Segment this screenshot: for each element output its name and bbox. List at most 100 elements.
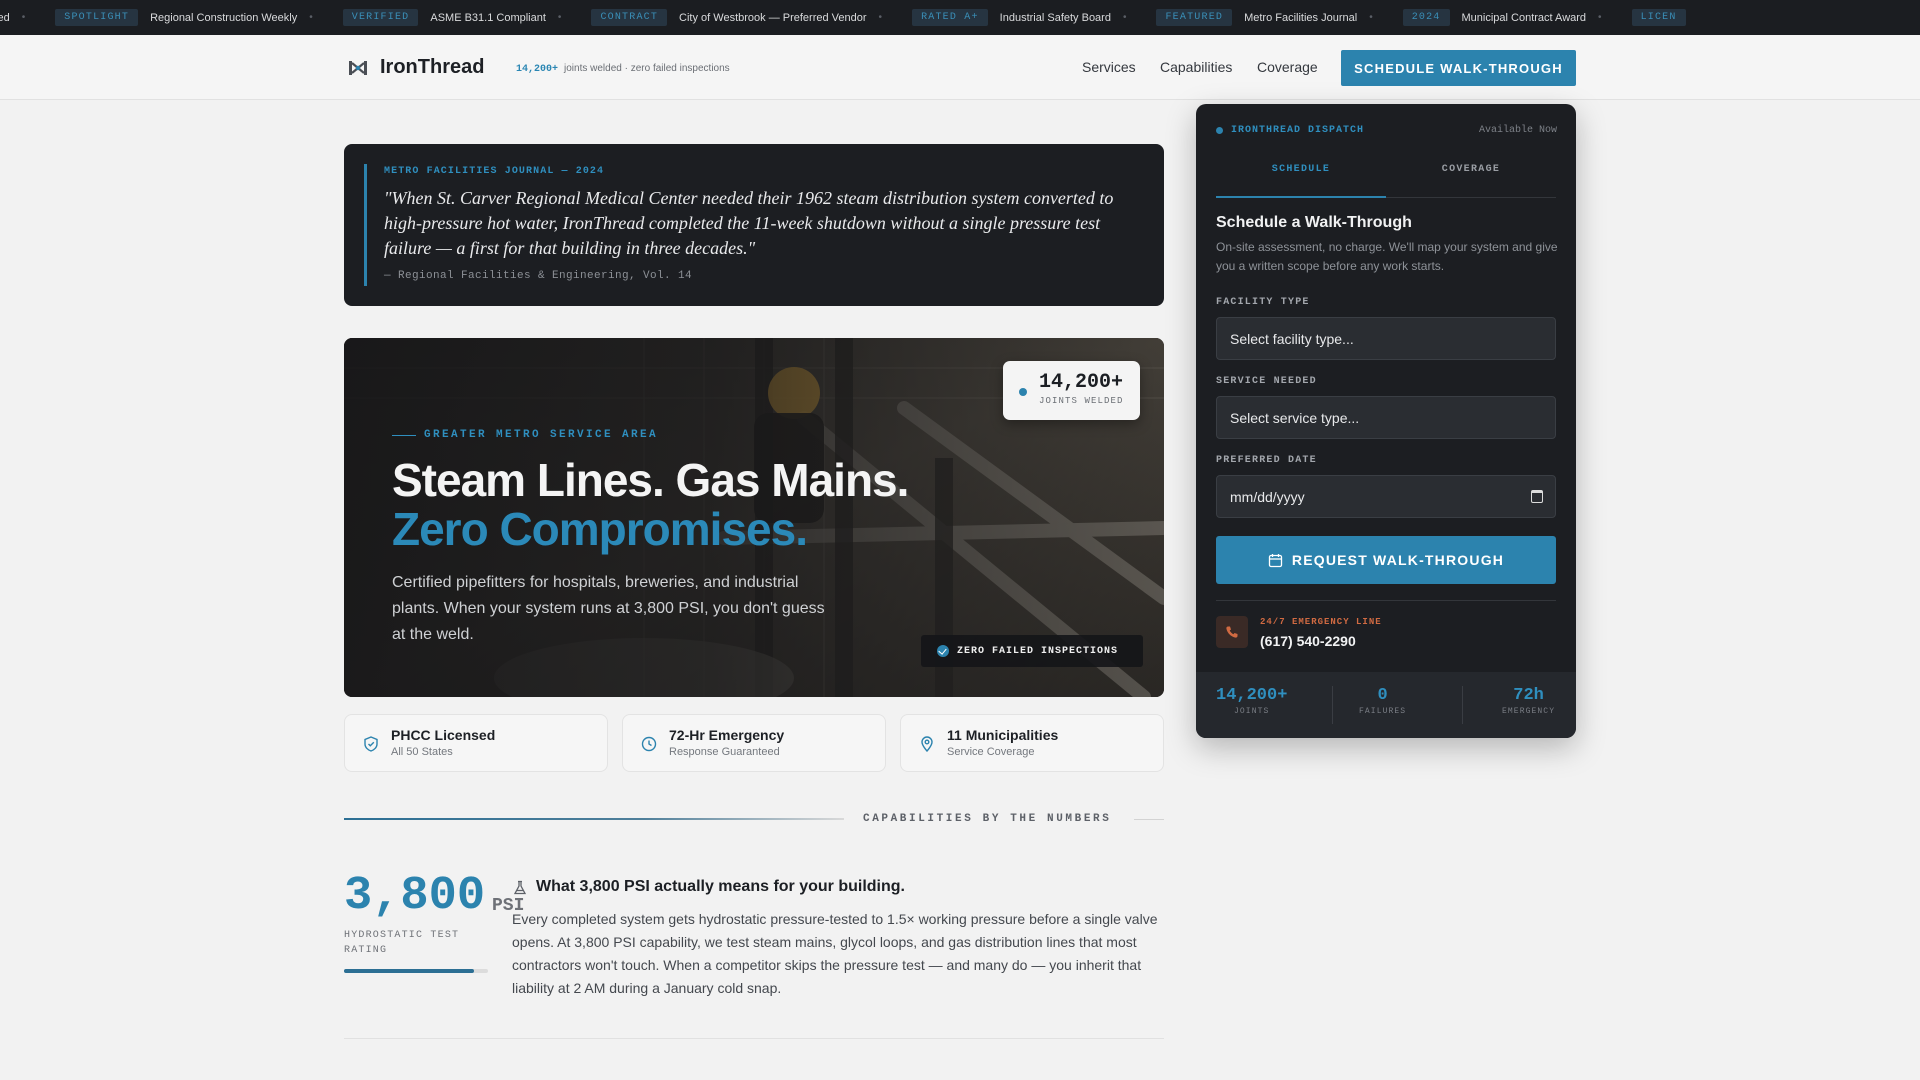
eyebrow-line: [392, 434, 416, 436]
ticker-tag: FEATURED: [1156, 9, 1233, 26]
ticker-separator: •: [1122, 12, 1127, 23]
feature-title: 11 Municipalities: [947, 727, 1059, 743]
psi-label: HYDROSTATIC TEST RATING: [344, 930, 460, 956]
ticker-text: Regional Construction Weekly: [150, 11, 298, 24]
ticker-track: ved • SPOTLIGHT Regional Construction We…: [0, 0, 1698, 35]
nav-link-capabilities[interactable]: Capabilities: [1160, 59, 1232, 75]
feature-card-emergency: 72-Hr Emergency Response Guaranteed: [622, 714, 886, 772]
request-walkthrough-button[interactable]: REQUEST WALK-THROUGH: [1216, 536, 1556, 584]
ticker-tag: RATED A+: [912, 9, 988, 26]
testimonial-quote-card: METRO FACILITIES JOURNAL — 2024 "When St…: [344, 144, 1164, 306]
dispatch-title: IRONTHREAD DISPATCH: [1231, 125, 1365, 136]
stat-label: EMERGENCY: [1502, 707, 1556, 716]
header-stat-value: 14,200+: [516, 64, 559, 75]
bottom-divider: [344, 1038, 1164, 1039]
stat-value: 14,200+: [1216, 686, 1288, 705]
ticker-text: ved: [0, 11, 10, 24]
facility-type-label: FACILITY TYPE: [1216, 297, 1310, 308]
ticker-item: ved •: [0, 12, 55, 24]
stat-value: 72h: [1513, 686, 1544, 705]
ticker-separator: •: [557, 12, 562, 23]
ticker-item: RATED A+ Industrial Safety Board •: [912, 9, 1156, 26]
feature-subtitle: All 50 States: [391, 746, 453, 758]
header-stat-text: joints welded · zero failed inspections: [564, 63, 730, 74]
hero-section: GREATER METRO SERVICE AREA Steam Lines. …: [344, 338, 1164, 697]
ticker-separator: •: [1369, 12, 1373, 23]
quote-source: — Regional Facilities & Engineering, Vol…: [384, 270, 693, 282]
stat-value: 0: [1377, 686, 1388, 705]
stat-label: FAILURES: [1359, 707, 1407, 716]
ticker-item: FEATURED Metro Facilities Journal •: [1156, 9, 1402, 26]
quote-text: "When St. Carver Regional Medical Center…: [384, 188, 1114, 258]
hero-headline: Steam Lines. Gas Mains.: [392, 454, 909, 506]
feature-subtitle: Response Guaranteed: [669, 746, 780, 758]
preferred-date-input[interactable]: mm/dd/yyyy: [1216, 475, 1556, 518]
hero-eyebrow: GREATER METRO SERVICE AREA: [392, 429, 658, 441]
facility-type-select[interactable]: Select facility type...: [1216, 317, 1556, 360]
shield-check-icon: [364, 736, 378, 752]
ticker-text: ASME B31.1 Compliant: [430, 11, 546, 24]
feature-title: PHCC Licensed: [391, 727, 496, 743]
tab-coverage[interactable]: COVERAGE: [1386, 162, 1556, 198]
dispatch-stats: 14,200+ JOINTS 0 FAILURES 72h EMERGENCY: [1196, 672, 1576, 738]
ticker-text: City of Westbrook — Preferred Vendor: [679, 11, 867, 24]
capability-heading: What 3,800 PSI actually means for your b…: [536, 878, 905, 895]
announcement-ticker: ved • SPOTLIGHT Regional Construction We…: [0, 0, 1920, 35]
psi-big-number: 3,800: [344, 870, 486, 923]
dispatch-panel: IRONTHREAD DISPATCH Available Now SCHEDU…: [1196, 104, 1576, 738]
psi-progress-fill: [344, 969, 474, 973]
ticker-item: VERIFIED ASME B31.1 Compliant •: [342, 9, 592, 26]
availability-status: Available Now: [1478, 125, 1557, 136]
brand-logo[interactable]: IronThread: [380, 56, 484, 79]
feature-title: 72-Hr Emergency: [669, 727, 785, 743]
ticker-tag: 2024: [1402, 9, 1450, 26]
service-type-value: Select service type...: [1230, 409, 1360, 426]
ticker-separator: •: [309, 12, 313, 23]
facility-type-value: Select facility type...: [1230, 330, 1354, 347]
stat-emergency: 72h EMERGENCY: [1502, 686, 1555, 716]
site-header: IronThread 14,200+ joints welded · zero f…: [0, 35, 1920, 100]
ticker-tag: SPOTLIGHT: [55, 9, 139, 26]
nav-link-services[interactable]: Services: [1082, 59, 1136, 75]
section-divider-right: [1134, 819, 1164, 820]
service-type-select[interactable]: Select service type...: [1216, 396, 1556, 439]
preferred-date-value: mm/dd/yyyy: [1230, 488, 1305, 505]
preferred-date-label: PREFERRED DATE: [1216, 455, 1317, 466]
hero-headline-accent: Zero Compromises.: [392, 503, 808, 555]
feature-card-coverage: 11 Municipalities Service Coverage: [900, 714, 1164, 772]
feature-subtitle: Service Coverage: [947, 746, 1035, 758]
calendar-icon[interactable]: [1531, 490, 1543, 503]
status-dot: [1216, 127, 1223, 134]
emergency-line-label: 24/7 EMERGENCY LINE: [1260, 617, 1382, 627]
feature-card-licensed: PHCC Licensed All 50 States: [344, 714, 608, 772]
ticker-text: Industrial Safety Board: [999, 11, 1111, 24]
emergency-phone-link[interactable]: (617) 540-2290: [1260, 633, 1356, 649]
pipe-junction-icon: [349, 61, 367, 75]
tab-schedule[interactable]: SCHEDULE: [1216, 162, 1386, 198]
flask-icon: [513, 880, 527, 895]
nav-link-coverage[interactable]: Coverage: [1257, 59, 1318, 75]
phone-icon[interactable]: [1216, 616, 1248, 648]
stat-label: JOINTS: [1234, 707, 1270, 716]
schedule-walkthrough-button[interactable]: SCHEDULE WALK-THROUGH: [1341, 50, 1576, 86]
hero-description: Certified pipefitters for hospitals, bre…: [392, 574, 825, 643]
phone-glyph: [1226, 626, 1238, 638]
inspection-badge-text: ZERO FAILED INSPECTIONS: [957, 645, 1119, 657]
section-divider: [344, 818, 844, 820]
hero-stat-value: 14,200+: [1039, 371, 1124, 394]
header-stat: 14,200+ joints welded · zero failed inspe…: [516, 63, 730, 75]
ticker-separator: •: [21, 12, 26, 23]
ticker-separator: •: [878, 12, 883, 23]
form-subtitle: On-site assessment, no charge. We'll map…: [1216, 240, 1558, 273]
capability-body: Every completed system gets hydrostatic …: [512, 911, 1158, 996]
stat-separator: [1332, 686, 1333, 724]
ticker-item: CONTRACT City of Westbrook — Preferred V…: [591, 9, 912, 26]
ticker-item: SPOTLIGHT Regional Construction Weekly •: [55, 9, 342, 26]
quote-label: METRO FACILITIES JOURNAL — 2024: [384, 166, 605, 177]
inspection-badge: ZERO FAILED INSPECTIONS: [921, 635, 1143, 667]
psi-progress-bar: [344, 969, 488, 973]
capabilities-section-title: CAPABILITIES BY THE NUMBERS: [863, 813, 1112, 825]
stat-failures: 0 FAILURES: [1359, 686, 1406, 716]
ticker-tag: VERIFIED: [342, 9, 419, 26]
map-pin-icon: [921, 736, 933, 752]
